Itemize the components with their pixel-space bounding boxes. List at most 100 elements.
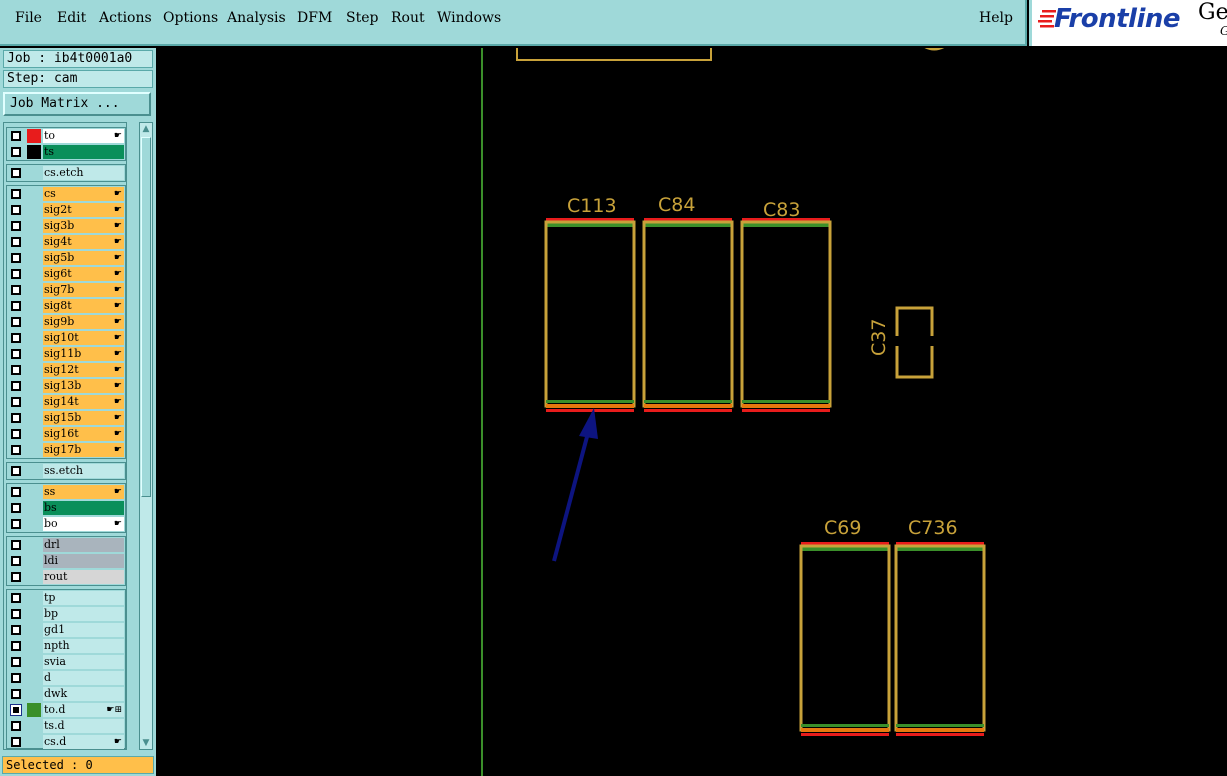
component-c113[interactable]: C113 [544,195,636,412]
layer-row-sig10t[interactable]: sig10t ☛ [7,330,125,346]
layer-row-sig13b[interactable]: sig13b ☛ [7,378,125,394]
layer-checkbox[interactable] [11,673,21,683]
layer-row-ss-etch[interactable]: ss.etch [7,463,125,479]
layer-row-bp[interactable]: bp [7,606,125,622]
layer-row-cs-etch[interactable]: cs.etch [7,165,125,181]
layer-row-sig2t[interactable]: sig2t ☛ [7,202,125,218]
layer-name[interactable]: sig3b ☛ [43,219,124,233]
menu-dfm[interactable]: DFM [297,10,332,26]
layer-checkbox[interactable] [11,689,21,699]
layer-row-to-d[interactable]: to.d ☛⊞ [7,702,125,718]
layer-checkbox[interactable] [11,131,21,141]
scroll-thumb[interactable] [141,137,151,497]
layer-checkbox[interactable] [11,349,21,359]
layer-row-sig11b[interactable]: sig11b ☛ [7,346,125,362]
layer-checkbox[interactable] [11,705,21,715]
layer-row-dwk[interactable]: dwk [7,686,125,702]
layer-name[interactable]: gd1 [43,623,124,637]
layer-row-sig6t[interactable]: sig6t ☛ [7,266,125,282]
menu-analysis[interactable]: Analysis [227,10,286,26]
layer-name[interactable]: sig16t ☛ [43,427,124,441]
layer-name[interactable]: dwk [43,687,124,701]
layer-row-svia[interactable]: svia [7,654,125,670]
layer-name[interactable]: sig6t ☛ [43,267,124,281]
layer-name[interactable]: to ☛ [43,129,124,143]
pcb-view[interactable]: C113 C84 C83 C37 C69 C736 [156,42,1227,776]
layer-checkbox[interactable] [11,593,21,603]
layer-checkbox[interactable] [11,556,21,566]
menu-windows[interactable]: Windows [437,10,501,26]
layer-row-sig4t[interactable]: sig4t ☛ [7,234,125,250]
layer-row-ss[interactable]: ss ☛ [7,484,125,500]
layer-checkbox[interactable] [11,519,21,529]
job-matrix-button[interactable]: Job Matrix ... [3,92,151,116]
layer-checkbox[interactable] [11,657,21,667]
component-c69[interactable]: C69 [799,517,891,736]
layer-name[interactable]: tp [43,591,124,605]
layer-row-sig17b[interactable]: sig17b ☛ [7,442,125,458]
layer-checkbox[interactable] [11,168,21,178]
menu-options[interactable]: Options [163,10,218,26]
layer-checkbox[interactable] [11,221,21,231]
layer-name[interactable]: svia [43,655,124,669]
layer-name[interactable]: sig15b ☛ [43,411,124,425]
layer-checkbox[interactable] [11,413,21,423]
layer-name[interactable]: ldi [43,554,124,568]
layer-row-sig14t[interactable]: sig14t ☛ [7,394,125,410]
layer-row-sig5b[interactable]: sig5b ☛ [7,250,125,266]
layer-checkbox[interactable] [11,721,21,731]
layer-checkbox[interactable] [11,445,21,455]
menu-rout[interactable]: Rout [391,10,425,26]
layer-row-sig7b[interactable]: sig7b ☛ [7,282,125,298]
layer-row-cs[interactable]: cs ☛ [7,186,125,202]
layer-name[interactable]: sig9b ☛ [43,315,124,329]
layer-name[interactable]: ss.etch [43,464,124,478]
layer-row-ts-d[interactable]: ts.d [7,718,125,734]
layer-row-ts[interactable]: ts [7,144,125,160]
layer-checkbox[interactable] [11,466,21,476]
component-c37[interactable]: C37 [868,306,934,379]
scroll-down-icon[interactable]: ▼ [140,737,152,749]
layer-checkbox[interactable] [11,641,21,651]
layer-checkbox[interactable] [11,572,21,582]
layer-name[interactable]: rout [43,570,124,584]
layer-row-sig9b[interactable]: sig9b ☛ [7,314,125,330]
layer-row-sig3b[interactable]: sig3b ☛ [7,218,125,234]
menu-actions[interactable]: Actions [99,10,152,26]
layer-checkbox[interactable] [11,253,21,263]
scroll-up-icon[interactable]: ▲ [140,123,152,135]
layer-name[interactable]: drl [43,538,124,552]
layer-checkbox[interactable] [11,397,21,407]
layer-checkbox[interactable] [11,147,21,157]
component-c83[interactable]: C83 [740,199,832,412]
menu-edit[interactable]: Edit [57,10,86,26]
layer-row-tp[interactable]: tp [7,590,125,606]
layer-row-bo[interactable]: bo ☛ [7,516,125,532]
layer-name[interactable]: bs [43,501,124,515]
layer-row-rout[interactable]: rout [7,569,125,585]
layer-name[interactable]: sig4t ☛ [43,235,124,249]
layer-checkbox[interactable] [11,625,21,635]
layer-row-npth[interactable]: npth [7,638,125,654]
layer-name[interactable]: cs.etch [43,166,124,180]
layer-checkbox[interactable] [11,503,21,513]
layer-checkbox[interactable] [11,317,21,327]
layer-row-to[interactable]: to ☛ [7,128,125,144]
layer-name[interactable]: ts [43,145,124,159]
graphics-canvas[interactable]: C113 C84 C83 C37 C69 C736 [156,42,1227,776]
layer-name[interactable]: sig14t ☛ [43,395,124,409]
menu-step[interactable]: Step [346,10,378,26]
layer-name[interactable]: cs ☛ [43,187,124,201]
layer-name[interactable]: sig7b ☛ [43,283,124,297]
layer-name[interactable]: sig5b ☛ [43,251,124,265]
layer-name[interactable]: npth [43,639,124,653]
layer-name[interactable]: sig10t ☛ [43,331,124,345]
layer-name[interactable]: to.d ☛⊞ [43,703,124,717]
layer-checkbox[interactable] [11,487,21,497]
layer-row-gd1[interactable]: gd1 [7,622,125,638]
layer-checkbox[interactable] [11,429,21,439]
layer-row-cs-d[interactable]: cs.d ☛ [7,734,125,750]
layer-checkbox[interactable] [11,269,21,279]
layer-row-ldi[interactable]: ldi [7,553,125,569]
layer-checkbox[interactable] [11,205,21,215]
